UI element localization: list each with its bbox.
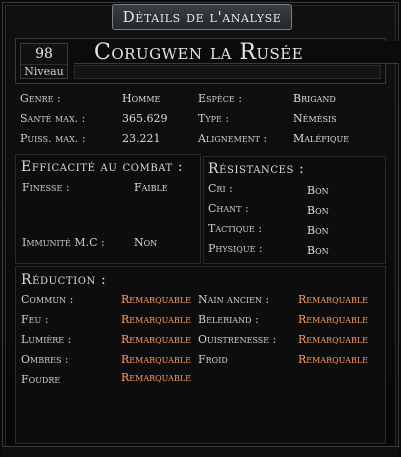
- stat-value-espece: Brigand: [293, 92, 336, 105]
- stat-label-genre: Genre :: [20, 92, 61, 105]
- red-value-nain-ancien: Remarquable: [298, 293, 368, 306]
- combat-title: Efficacité au combat :: [21, 159, 184, 175]
- res-value-physique: Bon: [307, 244, 329, 257]
- red-label-commun: Commun :: [21, 293, 74, 306]
- stat-label-alignement: Alignement :: [198, 132, 268, 145]
- res-label-physique: Physique :: [208, 242, 263, 255]
- red-value-froid: Remarquable: [298, 353, 368, 366]
- combat-value-finesse: Faible: [134, 181, 168, 194]
- red-label-ombres: Ombres :: [21, 353, 69, 366]
- red-label-froid: Froid: [198, 353, 228, 366]
- red-label-ouistrenesse: Ouistrenesse :: [198, 333, 277, 346]
- red-value-lumiere: Remarquable: [121, 333, 191, 346]
- res-value-cri: Bon: [307, 184, 329, 197]
- red-label-foudre: Foudre: [21, 373, 61, 386]
- res-label-tactique: Tactique :: [208, 222, 263, 235]
- combat-label-finesse: Finesse :: [22, 181, 70, 194]
- combat-label-immunite: Immunité M.C :: [22, 236, 105, 249]
- stat-label-type: Type :: [198, 112, 230, 125]
- red-value-beleriand: Remarquable: [298, 313, 368, 326]
- stat-label-puiss: Puiss. max. :: [20, 132, 86, 145]
- red-label-nain-ancien: Nain ancien :: [198, 293, 270, 306]
- red-value-foudre: Remarquable: [121, 371, 191, 384]
- level-value: 98: [35, 46, 53, 62]
- character-header: 98 Niveau Corugwen la Rusée: [15, 38, 399, 84]
- red-value-ombres: Remarquable: [121, 353, 191, 366]
- stat-label-espece: Espèce :: [198, 92, 242, 105]
- combat-value-immunite: Non: [134, 236, 158, 249]
- res-value-chant: Bon: [307, 204, 329, 217]
- red-label-feu: Feu :: [21, 313, 49, 326]
- level-box: 98 Niveau: [20, 43, 68, 79]
- red-label-lumiere: Lumière :: [21, 333, 72, 346]
- red-value-commun: Remarquable: [121, 293, 191, 306]
- stat-value-alignement: Maléfique: [293, 132, 350, 145]
- level-label: Niveau: [21, 64, 67, 78]
- res-label-chant: Chant :: [208, 202, 249, 215]
- stat-value-sante: 365.629: [122, 112, 168, 125]
- red-value-feu: Remarquable: [121, 313, 191, 326]
- res-label-cri: Cri :: [208, 182, 233, 195]
- character-name: Corugwen la Rusée: [74, 41, 399, 65]
- stat-value-type: Némésis: [293, 112, 337, 125]
- res-value-tactique: Bon: [307, 224, 329, 237]
- reduction-title: Réduction :: [21, 272, 107, 288]
- window-title: Détails de l'analyse: [112, 4, 292, 30]
- red-label-beleriand: Beleriand :: [198, 313, 259, 326]
- resistances-title: Résistances :: [208, 161, 305, 177]
- stat-value-genre: Homme: [122, 92, 161, 105]
- stat-value-puiss: 23.221: [122, 132, 161, 145]
- window-bottom-bar: [2, 446, 399, 457]
- name-underline-bar: [74, 65, 381, 79]
- red-value-ouistrenesse: Remarquable: [298, 333, 368, 346]
- stat-label-sante: Santé max. :: [20, 112, 86, 125]
